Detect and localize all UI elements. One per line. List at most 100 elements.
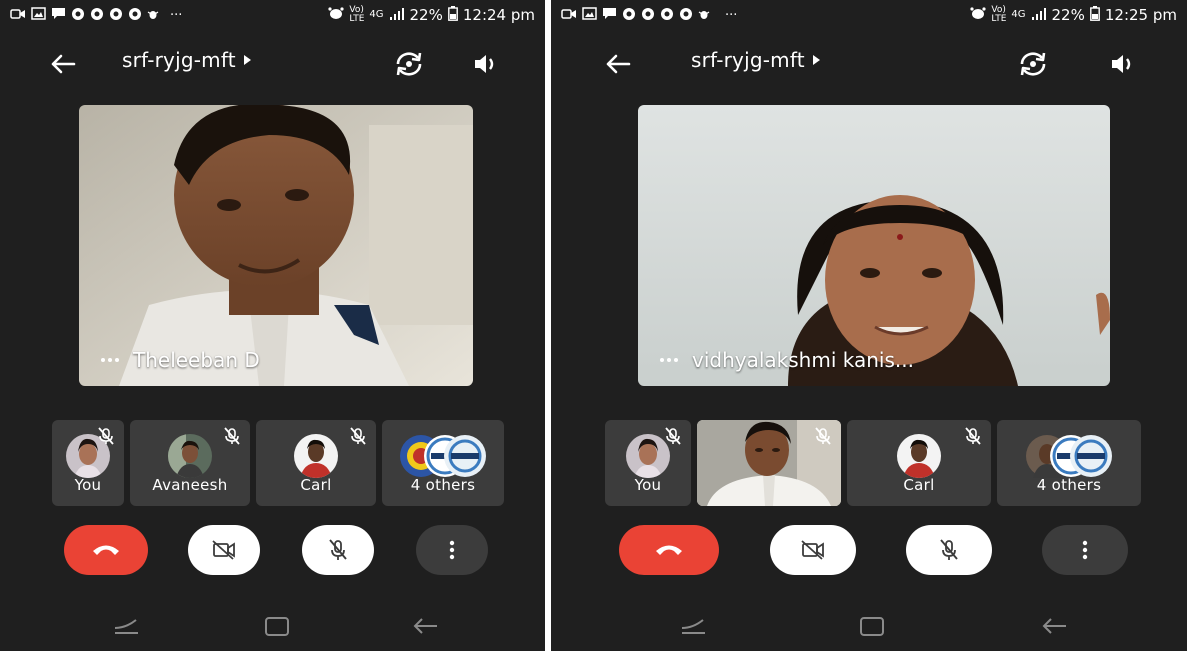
bug-notification-icon <box>698 8 710 23</box>
switch-camera-button[interactable] <box>1016 48 1050 80</box>
participant-tile-others[interactable]: 4 others <box>382 420 504 506</box>
home-button[interactable] <box>262 615 292 637</box>
alarm-icon <box>970 7 987 23</box>
back-button[interactable] <box>603 50 633 78</box>
mic-off-icon <box>329 539 347 560</box>
system-back-button[interactable] <box>1039 615 1069 637</box>
participant-tile-others[interactable]: 4 others <box>997 420 1141 506</box>
battery-percent: 22% <box>1051 6 1085 24</box>
volte-icon: Vo) LTE <box>991 5 1007 24</box>
participant-video-feed <box>638 105 1110 386</box>
participant-tile-carl[interactable]: Carl <box>847 420 991 506</box>
back-button[interactable] <box>48 50 78 78</box>
recent-apps-button[interactable] <box>679 615 709 637</box>
meeting-title-button[interactable]: srf-ryjg-mft <box>691 48 820 72</box>
more-notifications-icon: ··· <box>725 7 738 23</box>
muted-mic-icon <box>813 426 833 446</box>
camera-off-icon <box>801 540 824 560</box>
phone-screen-right: ··· Vo)LTE 4G 22% 12:25 pm srf-ryjg-mft <box>551 0 1187 651</box>
system-back-button[interactable] <box>410 615 440 637</box>
participant-tile-you[interactable]: You <box>605 420 691 506</box>
active-speaker-video[interactable]: Theleeban D <box>79 105 473 386</box>
call-top-bar: srf-ryjg-mft <box>0 40 545 88</box>
participant-tile-avaneesh[interactable]: Avaneesh <box>130 420 250 506</box>
clock: 12:24 pm <box>462 6 535 24</box>
camera-toggle-button[interactable] <box>770 525 856 575</box>
more-vert-icon <box>449 540 455 560</box>
hang-up-icon <box>656 545 682 555</box>
hang-up-button[interactable] <box>619 525 719 575</box>
active-speaker-label: Theleeban D <box>101 348 260 372</box>
speaker-button[interactable] <box>470 50 500 78</box>
participant-video-feed <box>79 105 473 386</box>
home-icon <box>860 617 884 636</box>
status-bar: ··· Vo) LTE 4G 22% 12:25 pm <box>551 0 1187 30</box>
back-arrow-icon <box>606 54 631 74</box>
active-speaker-video[interactable]: vidhyalakshmi kanis... <box>638 105 1110 386</box>
signal-strength-icon <box>389 7 405 23</box>
notification-icons: ··· <box>561 7 737 24</box>
chrome-notification-icon <box>660 7 674 24</box>
video-notification-icon <box>561 8 577 23</box>
bug-notification-icon <box>147 8 159 23</box>
video-notification-icon <box>10 8 26 23</box>
more-dots-icon[interactable] <box>101 358 119 362</box>
participant-name: Avaneesh <box>152 476 228 494</box>
mic-off-icon <box>940 539 958 560</box>
call-top-bar: srf-ryjg-mft <box>551 40 1187 88</box>
mic-toggle-button[interactable] <box>906 525 992 575</box>
home-icon <box>265 617 289 636</box>
participant-tile-video[interactable] <box>697 420 841 506</box>
meeting-title: srf-ryjg-mft <box>122 48 236 72</box>
nav-back-icon <box>413 618 437 634</box>
speaker-button[interactable] <box>1107 50 1137 78</box>
screenshot-pair: ··· Vo)LTE 4G 22% 12:24 pm srf-ryjg-mft <box>0 0 1187 651</box>
android-nav-bar <box>0 605 545 645</box>
more-options-button[interactable] <box>1042 525 1128 575</box>
participant-tiles: You Avaneesh Carl 4 others <box>52 420 504 506</box>
muted-mic-icon <box>222 426 242 446</box>
home-button[interactable] <box>857 615 887 637</box>
participant-name: You <box>634 476 662 494</box>
battery-icon <box>447 6 458 24</box>
avatar <box>897 434 941 478</box>
camera-toggle-button[interactable] <box>188 525 260 575</box>
chrome-notification-icon <box>679 7 693 24</box>
participant-tiles: You Carl 4 others <box>605 420 1141 506</box>
battery-icon <box>1089 6 1100 24</box>
participant-tile-carl[interactable]: Carl <box>256 420 376 506</box>
chrome-notification-icon <box>641 7 655 24</box>
recent-apps-icon <box>114 619 138 634</box>
avatar <box>168 434 212 478</box>
battery-percent: 22% <box>409 6 443 24</box>
avatar-stack <box>399 434 487 478</box>
hang-up-icon <box>93 545 119 555</box>
phone-screen-left: ··· Vo)LTE 4G 22% 12:24 pm srf-ryjg-mft <box>0 0 545 651</box>
muted-mic-icon <box>963 426 983 446</box>
caret-right-icon <box>812 55 820 65</box>
android-nav-bar <box>551 605 1187 645</box>
switch-camera-button[interactable] <box>392 48 426 80</box>
muted-mic-icon <box>348 426 368 446</box>
participant-name: You <box>74 476 102 494</box>
participant-name: Carl <box>903 476 935 494</box>
more-dots-icon[interactable] <box>660 358 678 362</box>
muted-mic-icon <box>96 426 116 446</box>
more-options-button[interactable] <box>416 525 488 575</box>
more-vert-icon <box>1082 540 1088 560</box>
participant-name: 4 others <box>1036 476 1102 494</box>
caret-right-icon <box>243 55 251 65</box>
message-notification-icon <box>602 7 617 23</box>
switch-camera-icon <box>1020 52 1046 76</box>
chrome-notification-icon <box>71 7 85 24</box>
meeting-title-button[interactable]: srf-ryjg-mft <box>122 48 251 72</box>
back-arrow-icon <box>51 54 76 74</box>
nav-back-icon <box>1042 618 1066 634</box>
mic-toggle-button[interactable] <box>302 525 374 575</box>
hang-up-button[interactable] <box>64 525 148 575</box>
meeting-title: srf-ryjg-mft <box>691 48 805 72</box>
recent-apps-button[interactable] <box>112 615 142 637</box>
participant-tile-you[interactable]: You <box>52 420 124 506</box>
clock: 12:25 pm <box>1104 6 1177 24</box>
system-status-icons: Vo) LTE 4G 22% 12:25 pm <box>970 6 1177 24</box>
